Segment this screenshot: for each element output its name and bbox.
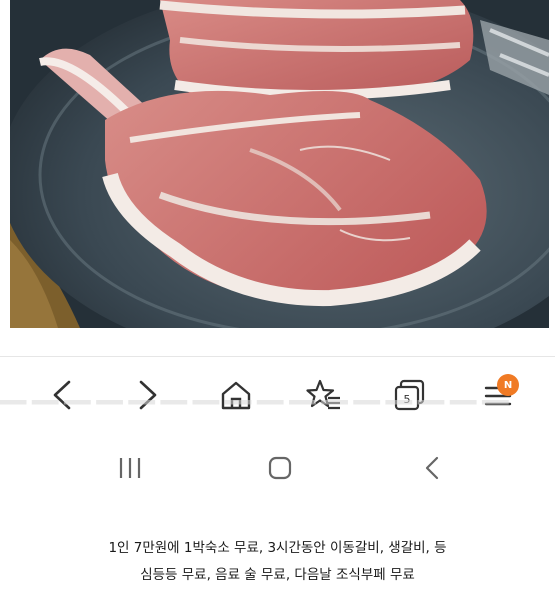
caption-line-1: 1인 7만원에 1박숙소 무료, 3시간동안 이동갈비, 생갈비, 등 — [108, 540, 447, 556]
chevron-back-icon — [425, 456, 439, 480]
system-nav-bar — [0, 440, 555, 496]
pork-chop-image — [10, 0, 549, 328]
caption-line-2: 심등등 무료, 음료 술 무료, 다음날 조식부페 무료 — [140, 567, 415, 583]
notification-badge: N — [497, 374, 519, 396]
recents-icon — [119, 458, 141, 478]
system-back-button[interactable] — [412, 448, 452, 488]
circle-home-icon — [268, 456, 292, 480]
recents-button[interactable] — [110, 448, 150, 488]
system-home-button[interactable] — [260, 448, 300, 488]
ghost-artifact: ▔▔▔▔▔▔▔▔▔▔▔▔▔▔▔▔ — [0, 400, 515, 434]
caption: 1인 7만원에 1박숙소 무료, 3시간동안 이동갈비, 생갈비, 등 심등등 … — [0, 535, 555, 589]
food-photo — [10, 0, 549, 328]
